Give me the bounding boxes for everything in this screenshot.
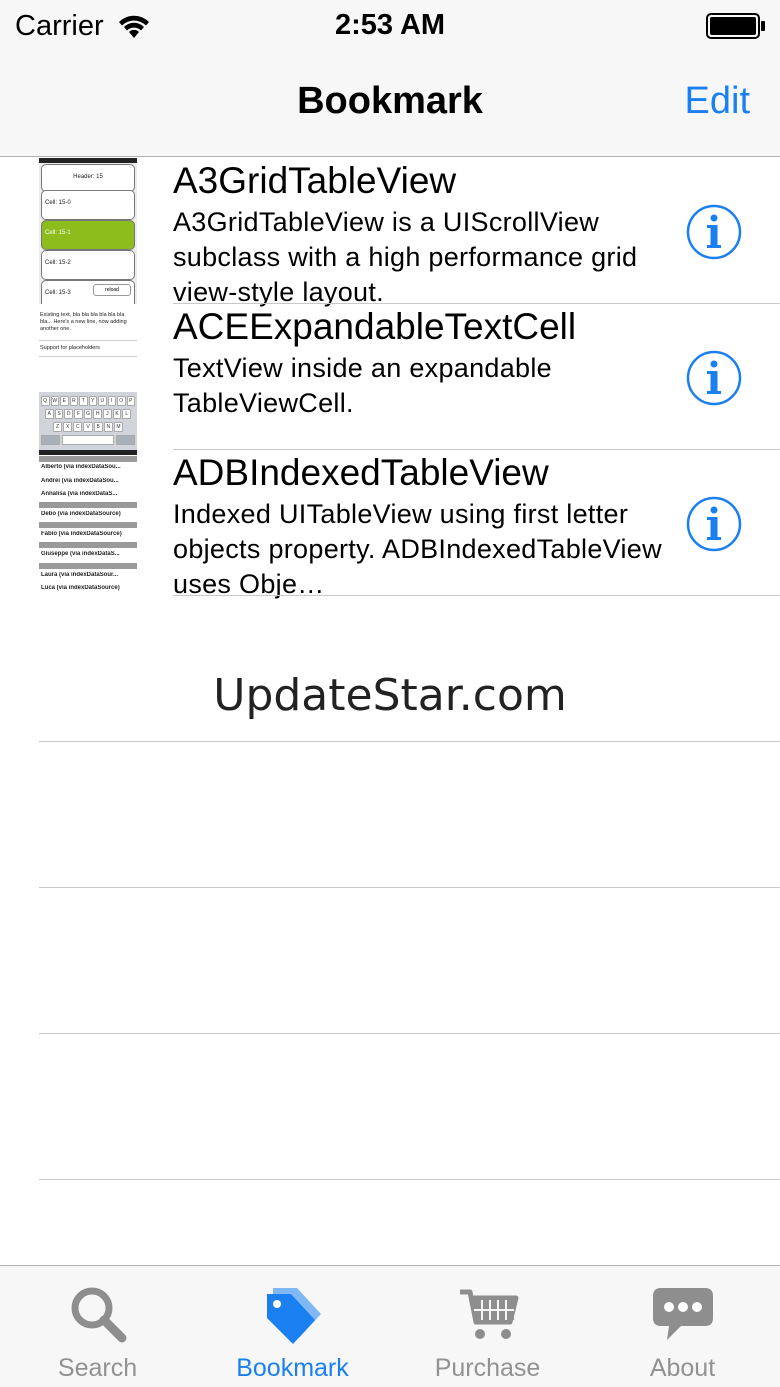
thumb-key: F [74,409,83,419]
thumb-key: E [60,396,69,406]
info-icon[interactable] [686,496,742,552]
thumb-list-item: Alberto (via indexDataSou... [41,464,121,470]
tab-label: Purchase [434,1354,541,1382]
row-separator [173,595,780,596]
thumb-list-item: Laura (via indexDataSour... [41,572,119,578]
chat-bubble-icon [652,1288,713,1340]
thumb-key [61,435,115,445]
thumb-key-row [41,435,135,445]
thumb-section-header [39,456,137,462]
empty-row-separator [39,1033,780,1034]
thumb-key: R [69,396,78,406]
thumb-divider [39,340,137,341]
thumb-header-cell: Header: 15 [41,164,135,192]
row-description: A3GridTableView is a UIScrollView subcla… [173,207,638,307]
row-description: TextView inside an expandable TableViewC… [173,353,552,418]
thumb-placeholder: Support for placeholders [40,345,100,351]
thumb-key: Q [41,396,50,406]
thumb-key: V [83,422,93,432]
tab-label: Bookmark [236,1354,349,1382]
thumb-key: H [93,409,103,419]
cart-icon [459,1289,518,1339]
table-row[interactable]: Alberto (via indexDataSou... Andrei (via… [0,450,780,599]
thumb-key: G [83,409,93,419]
thumb-list-item: Giuseppe (via indexDataS... [41,551,120,557]
thumb-key [116,435,135,445]
thumb-reload-button: reload [93,284,131,296]
bookmark-tag-icon [266,1288,321,1344]
tab-bookmark[interactable]: Bookmark [195,1266,390,1387]
tab-about[interactable]: About [585,1266,780,1387]
thumb-key: A [45,409,54,419]
row-title: A3GridTableView [173,160,457,201]
thumb-key: M [113,422,123,432]
thumb-list-item: Fabio (via indexDataSource) [41,531,122,537]
thumb-key: N [103,422,113,432]
row-description: Indexed UITableView using first letter o… [173,499,662,599]
thumb-cell: Cell: 15-0 [41,190,135,220]
thumb-key-row: QWERTYUIOP [41,396,135,406]
search-icon [71,1287,126,1343]
thumb-section-header [39,563,137,569]
thumb-text: Existing text, bla bla bla bla bla bla b… [40,312,127,332]
thumb-list-item: Andrei (via indexDataSou... [41,478,119,484]
battery-icon [706,13,765,39]
page-title: Bookmark [297,80,483,122]
thumb-section-header [39,502,137,508]
watermark-text: UpdateStar.com [213,670,567,721]
thumb-key: I [107,396,116,406]
thumb-key: O [117,396,126,406]
thumb-cell-selected: Cell: 15-1 [41,220,135,250]
thumb-section-header [39,522,137,528]
tab-purchase[interactable]: Purchase [390,1266,585,1387]
thumb-key: K [112,409,122,419]
tab-bar: Search Bookmark Purchase About [0,1265,780,1387]
row-thumbnail: Header: 15 Cell: 15-0 Cell: 15-1 Cell: 1… [39,158,137,304]
thumb-key: L [122,409,132,419]
navigation-bar: Bookmark Edit [0,56,780,157]
thumb-list-item: Debo (via indexDataSource) [41,511,121,517]
thumb-key: J [103,409,112,419]
table-row[interactable]: Header: 15 Cell: 15-0 Cell: 15-1 Cell: 1… [0,158,780,307]
thumb-status-bar [39,450,137,455]
thumb-section-header [39,542,137,548]
thumb-cell: Cell: 15-2 [41,250,135,280]
row-title: ACEExpandableTextCell [173,306,577,347]
empty-row-separator [39,1179,780,1180]
thumb-key: P [126,396,135,406]
thumb-key: X [63,422,73,432]
empty-row-separator [39,887,780,888]
info-icon[interactable] [686,204,742,260]
clock-time: 2:53 AM [334,9,446,41]
thumb-key [41,435,60,445]
row-thumbnail: Alberto (via indexDataSou... Andrei (via… [39,450,137,596]
thumb-key: T [79,396,88,406]
thumb-key: Y [88,396,97,406]
thumb-list-item: Luca (via indexDataSource) [41,585,120,591]
thumb-key: S [54,409,64,419]
thumb-divider [39,356,137,357]
empty-row-separator [39,741,780,742]
thumb-key: Z [53,422,63,432]
info-icon[interactable] [686,350,742,406]
thumb-status-bar [39,158,137,163]
thumb-key: W [50,396,59,406]
thumb-key: U [98,396,107,406]
status-bar: Carrier 2:53 AM [0,0,780,56]
thumb-list-item: Annalisa (via indexDataS... [41,491,118,497]
tab-label: Search [57,1354,138,1382]
tab-label: About [649,1354,716,1382]
thumb-key: C [73,422,83,432]
row-thumbnail: Existing text, bla bla bla bla bla bla b… [39,304,137,450]
thumb-key: D [64,409,74,419]
tab-search[interactable]: Search [0,1266,195,1387]
row-title: ADBIndexedTableView [173,452,549,493]
edit-button[interactable]: Edit [685,80,750,123]
thumb-key: B [93,422,103,432]
thumb-key-row: ZXCVBNM [41,422,135,432]
thumb-key-row: ASDFGHJKL [41,409,135,419]
table-row[interactable]: Existing text, bla bla bla bla bla bla b… [0,304,780,450]
